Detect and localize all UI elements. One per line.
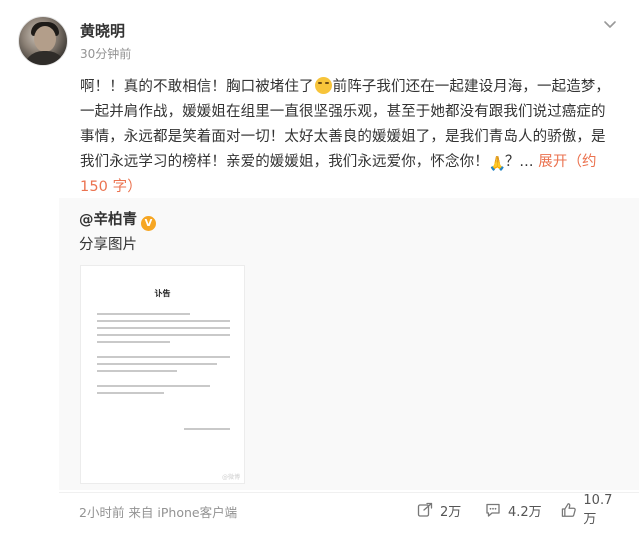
repost-username[interactable]: @辛柏青 V [79, 208, 156, 231]
footer-divider [59, 492, 639, 493]
share-icon [417, 502, 433, 517]
repost-image-thumbnail[interactable]: 讣告 @微博 [80, 265, 245, 484]
avatar-body [23, 51, 67, 65]
avatar-face [34, 26, 56, 52]
like-button[interactable]: 10.7万 [560, 493, 624, 527]
thumbs-up-icon [561, 503, 576, 517]
like-count: 10.7万 [583, 493, 613, 527]
repost-text: 分享图片 [79, 237, 137, 253]
image-watermark: @微博 [221, 474, 240, 481]
repost-button[interactable]: 2万 [416, 499, 461, 521]
repost-count: 2万 [440, 504, 462, 520]
document-title: 讣告 [154, 289, 171, 298]
weibo-post-card: 黄晓明 30分钟前 啊！！真的不敢相信！胸口被堵住了 前阵子我们还在一起建设月海，… [0, 0, 639, 543]
comment-icon [486, 503, 500, 517]
chevron-down-icon[interactable] [602, 16, 618, 32]
post-text-1: 啊！！真的不敢相信！胸口被堵住了 [80, 79, 314, 95]
repost-username-text[interactable]: @辛柏青 [79, 212, 137, 228]
crying-emoji-icon [314, 77, 332, 94]
post-header: 黄晓明 30分钟前 [18, 16, 618, 68]
repost-meta[interactable]: 2小时前 来自 iPhone客户端 [79, 502, 237, 521]
post-text-3: ？... [504, 154, 539, 170]
post-time[interactable]: 30分钟前 [80, 45, 131, 62]
document-signature-line [184, 428, 230, 430]
document-body-lines [97, 313, 230, 399]
post-content: 啊！！真的不敢相信！胸口被堵住了 前阵子我们还在一起建设月海，一起造梦，一起并肩作… [80, 75, 620, 200]
post-username[interactable]: 黄晓明 [80, 20, 125, 41]
avatar[interactable] [18, 16, 68, 66]
comment-button[interactable]: 4.2万 [484, 499, 542, 521]
verified-badge-icon: V [141, 216, 156, 231]
repost-block[interactable]: @辛柏青 V 分享图片 讣告 @微博 [59, 198, 639, 490]
praying-hands-emoji-icon: 🙏 [488, 156, 507, 172]
comment-count: 4.2万 [508, 504, 542, 520]
post-footer: 2小时前 来自 iPhone客户端 2万 4.2万 10.7万 [79, 493, 624, 527]
